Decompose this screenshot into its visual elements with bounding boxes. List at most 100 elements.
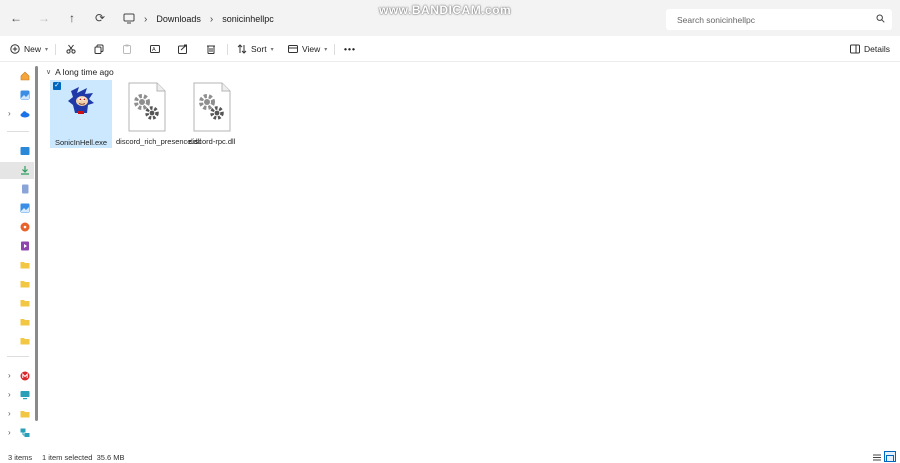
rename-button[interactable]: A bbox=[150, 42, 160, 56]
nav-item-folder[interactable] bbox=[0, 276, 34, 293]
paste-button[interactable] bbox=[122, 42, 132, 56]
mega-icon bbox=[20, 371, 30, 381]
nav-item-desktop[interactable] bbox=[0, 143, 34, 160]
chevron-right-icon[interactable]: › bbox=[8, 428, 11, 437]
chevron-right-icon[interactable]: › bbox=[8, 390, 11, 399]
address-bar-row: ← → ↑ ⟳ › Downloads › sonicinhellpc www.… bbox=[0, 0, 900, 36]
sort-icon bbox=[237, 44, 247, 54]
nav-item-folder[interactable] bbox=[0, 333, 34, 350]
bandicam-watermark: www.BANDICAM.com bbox=[379, 3, 512, 17]
nav-item-folder[interactable]: › bbox=[0, 406, 34, 423]
view-button[interactable]: View ▾ bbox=[288, 42, 327, 56]
copy-button[interactable] bbox=[94, 42, 104, 56]
chevron-right-icon[interactable]: › bbox=[8, 371, 11, 380]
up-arrow-icon: ↑ bbox=[69, 11, 75, 25]
share-button[interactable] bbox=[178, 42, 188, 56]
rename-icon: A bbox=[150, 44, 160, 54]
refresh-button[interactable]: ⟳ bbox=[93, 11, 107, 25]
group-header[interactable]: ∨ A long time ago bbox=[46, 67, 114, 77]
details-view-button[interactable] bbox=[871, 451, 883, 462]
download-icon bbox=[20, 165, 30, 175]
nav-scrollbar[interactable] bbox=[35, 66, 38, 421]
new-button[interactable]: New ▾ bbox=[10, 42, 48, 56]
checkbox-checked-icon[interactable]: ✓ bbox=[53, 82, 61, 90]
chevron-down-icon: ▾ bbox=[324, 46, 328, 53]
large-icons-view-icon bbox=[886, 455, 894, 463]
cloud-icon bbox=[20, 109, 30, 119]
file-name: discord_rich_presence.dll bbox=[116, 137, 202, 146]
svg-text:A: A bbox=[152, 47, 156, 53]
folder-icon bbox=[20, 317, 30, 327]
nav-item-music[interactable] bbox=[0, 219, 34, 236]
nav-item-this-pc[interactable]: › bbox=[0, 387, 34, 404]
more-options-icon: ••• bbox=[344, 44, 356, 54]
folder-icon bbox=[20, 279, 30, 289]
home-icon bbox=[20, 71, 30, 81]
selection-info: 1 item selected 35.6 MB bbox=[42, 453, 125, 462]
dll-file-gear-icon bbox=[193, 82, 231, 134]
item-count: 3 items bbox=[8, 453, 33, 462]
more-options-button[interactable]: ••• bbox=[344, 42, 356, 56]
back-button[interactable]: ← bbox=[9, 11, 23, 25]
search-input[interactable]: Search sonicinhellpc bbox=[666, 9, 892, 30]
document-icon bbox=[20, 184, 30, 194]
refresh-icon: ⟳ bbox=[94, 11, 106, 25]
nav-item-pictures[interactable] bbox=[0, 200, 34, 217]
folder-icon bbox=[20, 260, 30, 270]
folder-icon bbox=[20, 409, 30, 419]
divider bbox=[334, 44, 335, 55]
share-icon bbox=[178, 44, 188, 54]
chevron-down-icon: ▾ bbox=[270, 46, 274, 53]
search-icon bbox=[876, 14, 885, 25]
divider bbox=[227, 44, 228, 55]
sort-button[interactable]: Sort ▾ bbox=[237, 42, 274, 56]
status-bar: 3 items 1 item selected 35.6 MB bbox=[0, 450, 900, 463]
this-pc-icon[interactable] bbox=[123, 13, 135, 26]
divider bbox=[55, 44, 56, 55]
chevron-right-icon[interactable]: › bbox=[8, 409, 11, 418]
back-arrow-icon: ← bbox=[10, 11, 22, 25]
cut-button[interactable] bbox=[66, 42, 76, 56]
nav-item-videos[interactable] bbox=[0, 238, 34, 255]
nav-item-folder[interactable] bbox=[0, 257, 34, 274]
nav-item-onedrive[interactable]: › bbox=[0, 106, 34, 123]
trash-icon bbox=[206, 44, 216, 54]
music-icon bbox=[20, 222, 30, 232]
forward-button[interactable]: → bbox=[37, 11, 51, 25]
nav-item-downloads[interactable] bbox=[0, 162, 34, 179]
forward-arrow-icon: → bbox=[38, 11, 50, 25]
nav-item-mega[interactable]: › bbox=[0, 368, 34, 385]
nav-item-folder[interactable] bbox=[0, 314, 34, 331]
folder-icon bbox=[20, 336, 30, 346]
nav-divider bbox=[7, 131, 29, 132]
file-name: SonicInHell.exe bbox=[50, 138, 112, 148]
file-name: discord-rpc.dll bbox=[188, 137, 236, 146]
pictures-icon bbox=[20, 203, 30, 213]
sonic-app-icon bbox=[65, 85, 97, 119]
up-button[interactable]: ↑ bbox=[65, 11, 79, 25]
nav-item-home[interactable] bbox=[0, 68, 34, 85]
nav-item-folder[interactable] bbox=[0, 295, 34, 312]
new-label: New bbox=[24, 44, 42, 54]
breadcrumb-separator: › bbox=[209, 13, 214, 25]
breadcrumb-current-folder[interactable]: sonicinhellpc bbox=[222, 14, 274, 24]
chevron-right-icon[interactable]: › bbox=[8, 109, 11, 118]
large-icons-view-button[interactable] bbox=[884, 451, 896, 462]
nav-item-documents[interactable] bbox=[0, 181, 34, 198]
details-label: Details bbox=[864, 44, 890, 54]
desktop-icon bbox=[20, 146, 30, 156]
scissors-icon bbox=[66, 44, 76, 54]
paste-icon bbox=[122, 44, 132, 54]
sort-label: Sort bbox=[251, 44, 267, 54]
new-plus-icon bbox=[10, 44, 20, 54]
search-placeholder: Search sonicinhellpc bbox=[677, 14, 755, 25]
nav-divider bbox=[7, 356, 29, 357]
copy-icon bbox=[94, 44, 104, 54]
details-pane-icon bbox=[850, 44, 860, 54]
nav-item-gallery[interactable] bbox=[0, 87, 34, 104]
details-pane-button[interactable]: Details bbox=[850, 42, 890, 56]
breadcrumb-downloads[interactable]: Downloads bbox=[156, 14, 201, 24]
nav-item-network[interactable]: › bbox=[0, 425, 34, 442]
delete-button[interactable] bbox=[206, 42, 216, 56]
breadcrumb-separator: › bbox=[144, 13, 148, 25]
